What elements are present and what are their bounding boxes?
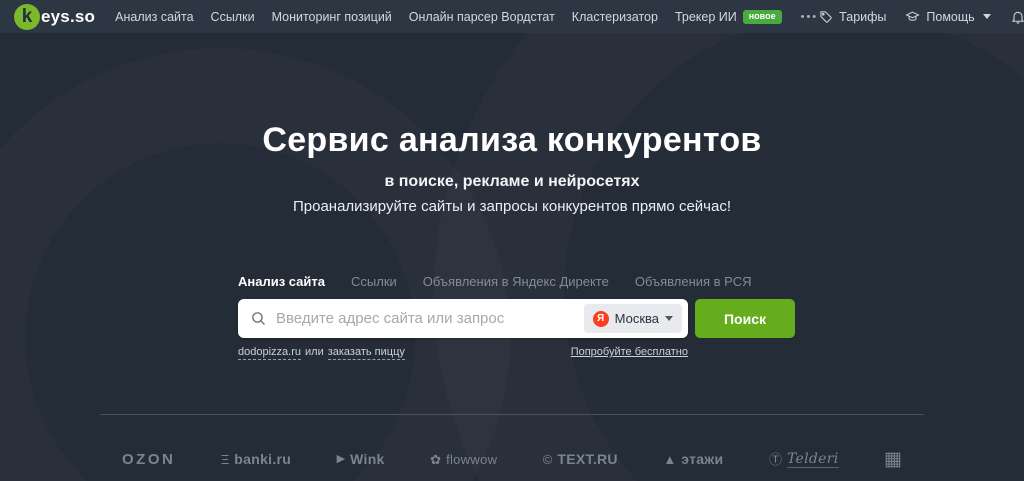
partner-logo-banki-ru[interactable]: Ξ banki.ru (221, 451, 291, 467)
house-icon: ▲ (663, 453, 676, 466)
qr-pixel-icon: ▦ (884, 450, 902, 469)
logo-k-letter: k (22, 7, 33, 26)
example-site-link[interactable]: dodopizza.ru (238, 346, 301, 360)
nav-wordstat-parser[interactable]: Онлайн парсер Вордстат (409, 10, 555, 24)
banki-icon: Ξ (221, 453, 229, 466)
partners-divider (100, 414, 924, 415)
keys-so-logo[interactable]: k eys.so (14, 4, 95, 30)
search-icon (250, 310, 267, 327)
example-query-link[interactable]: заказать пиццу (328, 346, 405, 360)
flower-icon: ✿ (430, 453, 441, 466)
chevron-down-icon (983, 14, 991, 19)
new-badge: новое (743, 10, 782, 24)
hero-subtitle-1: в поиске, рекламе и нейросетях (0, 173, 1024, 191)
nav-site-analysis[interactable]: Анализ сайта (115, 10, 193, 24)
header-actions: Тарифы Помощь Вход Регистрация (818, 9, 1024, 25)
search-bar: Я Москва Поиск (238, 299, 795, 338)
help-menu[interactable]: Помощь (905, 9, 990, 24)
search-box: Я Москва (238, 299, 688, 338)
tariffs-link[interactable]: Тарифы (818, 9, 886, 24)
partner-logo-ozon[interactable]: OZON (122, 451, 175, 468)
more-menu-icon[interactable]: ••• (801, 11, 819, 23)
partner-logo-wink[interactable]: ▶ Wink (337, 451, 385, 467)
tab-rsya-ads[interactable]: Объявления в РСЯ (635, 274, 752, 289)
logo-text: eys.so (41, 7, 95, 27)
nav-clusterizer[interactable]: Кластеризатор (572, 10, 658, 24)
nav-links[interactable]: Ссылки (211, 10, 255, 24)
graduation-cap-icon (905, 9, 920, 24)
logo-k-circle: k (14, 4, 40, 30)
tab-links[interactable]: Ссылки (351, 274, 397, 289)
region-selector[interactable]: Я Москва (584, 304, 682, 333)
search-input[interactable] (276, 310, 584, 327)
try-free-link[interactable]: Попробуйте бесплатно (571, 346, 688, 360)
partner-logo-telderi[interactable]: Ⓣ Telderi (769, 451, 839, 468)
copyright-icon: © (543, 453, 553, 466)
page-title: Сервис анализа конкурентов (0, 121, 1024, 160)
decorative-ring-left (0, 48, 510, 481)
search-button[interactable]: Поиск (695, 299, 795, 338)
page: k eys.so Анализ сайта Ссылки Мониторинг … (0, 0, 1024, 481)
chevron-down-icon (665, 316, 673, 321)
tab-yandex-direct-ads[interactable]: Объявления в Яндекс Директе (423, 274, 609, 289)
nav-ai-tracker[interactable]: Трекер ИИ новое (675, 10, 782, 24)
price-tag-icon (818, 9, 833, 24)
yandex-icon: Я (593, 311, 609, 327)
partner-logo-text-ru[interactable]: © TEXT.RU (543, 451, 618, 467)
region-label: Москва (615, 311, 659, 326)
partner-logo-etazhi[interactable]: ▲ этажи (663, 451, 723, 467)
hero-subtitle-2: Проанализируйте сайты и запросы конкурен… (0, 198, 1024, 215)
main-nav: Анализ сайта Ссылки Мониторинг позиций О… (115, 10, 818, 24)
partner-logo-pixel-mark[interactable]: ▦ (884, 450, 902, 469)
search-tabs: Анализ сайта Ссылки Объявления в Яндекс … (238, 274, 752, 289)
hero-section: Сервис анализа конкурентов в поиске, рек… (0, 33, 1024, 481)
partner-logo-flowwow[interactable]: ✿ flowwow (430, 452, 497, 467)
tab-site-analysis[interactable]: Анализ сайта (238, 274, 325, 289)
telderi-shield-icon: Ⓣ (769, 453, 782, 466)
nav-position-monitoring[interactable]: Мониторинг позиций (272, 10, 392, 24)
wink-play-icon: ▶ (337, 454, 345, 465)
notifications-bell-icon[interactable] (1010, 9, 1024, 25)
top-navigation-bar: k eys.so Анализ сайта Ссылки Мониторинг … (0, 0, 1024, 33)
partner-logos-strip: OZON Ξ banki.ru ▶ Wink ✿ flowwow © TEXT.… (100, 438, 924, 480)
example-links-row: dodopizza.ru или заказать пиццу Попробуй… (238, 346, 688, 360)
example-separator: или (305, 346, 324, 358)
